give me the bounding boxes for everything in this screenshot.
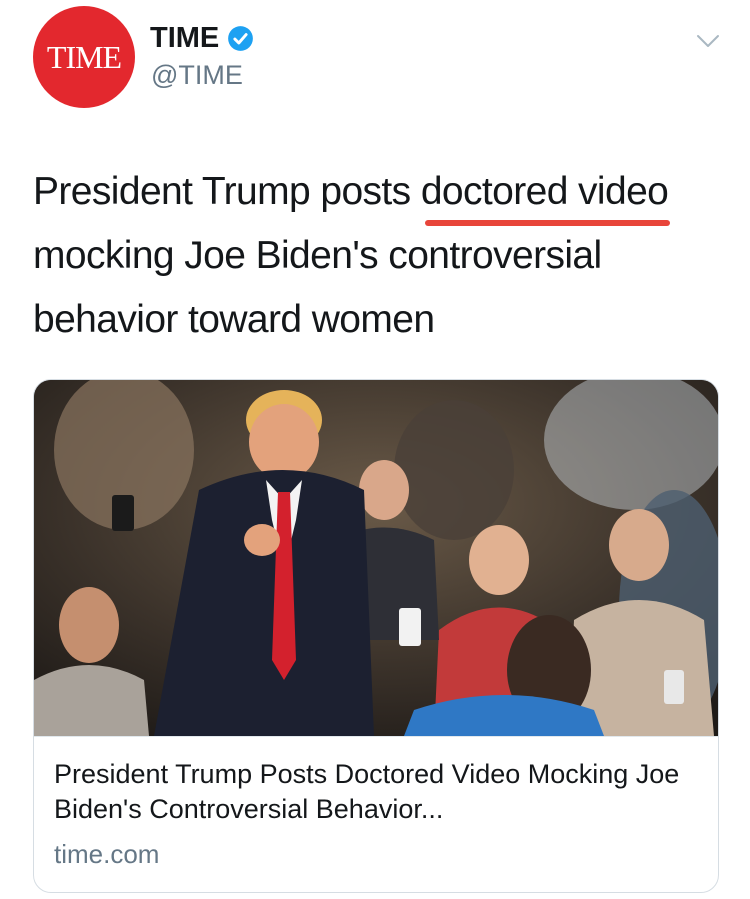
author-name-row[interactable]: TIME xyxy=(150,22,254,55)
display-name[interactable]: TIME xyxy=(150,22,219,55)
tweet-text-highlight: doctored video xyxy=(421,160,671,226)
tweet-text-after: mocking Joe Biden's controversial behavi… xyxy=(33,234,602,341)
verified-badge-icon xyxy=(228,26,254,51)
chevron-down-icon[interactable] xyxy=(695,28,721,54)
avatar-logo-text: TIME xyxy=(46,38,122,75)
author-handle[interactable]: @TIME xyxy=(151,60,243,91)
card-title[interactable]: President Trump Posts Doctored Video Moc… xyxy=(54,757,704,827)
card-photo xyxy=(34,380,718,736)
tweet-text-before: President Trump posts xyxy=(33,170,421,213)
card-image[interactable] xyxy=(34,380,718,736)
link-card[interactable]: President Trump Posts Doctored Video Moc… xyxy=(33,379,719,893)
card-domain[interactable]: time.com xyxy=(54,839,159,870)
card-body[interactable]: President Trump Posts Doctored Video Moc… xyxy=(34,736,718,892)
tweet-text: President Trump posts doctored video moc… xyxy=(33,160,733,352)
avatar[interactable]: TIME xyxy=(33,6,135,108)
